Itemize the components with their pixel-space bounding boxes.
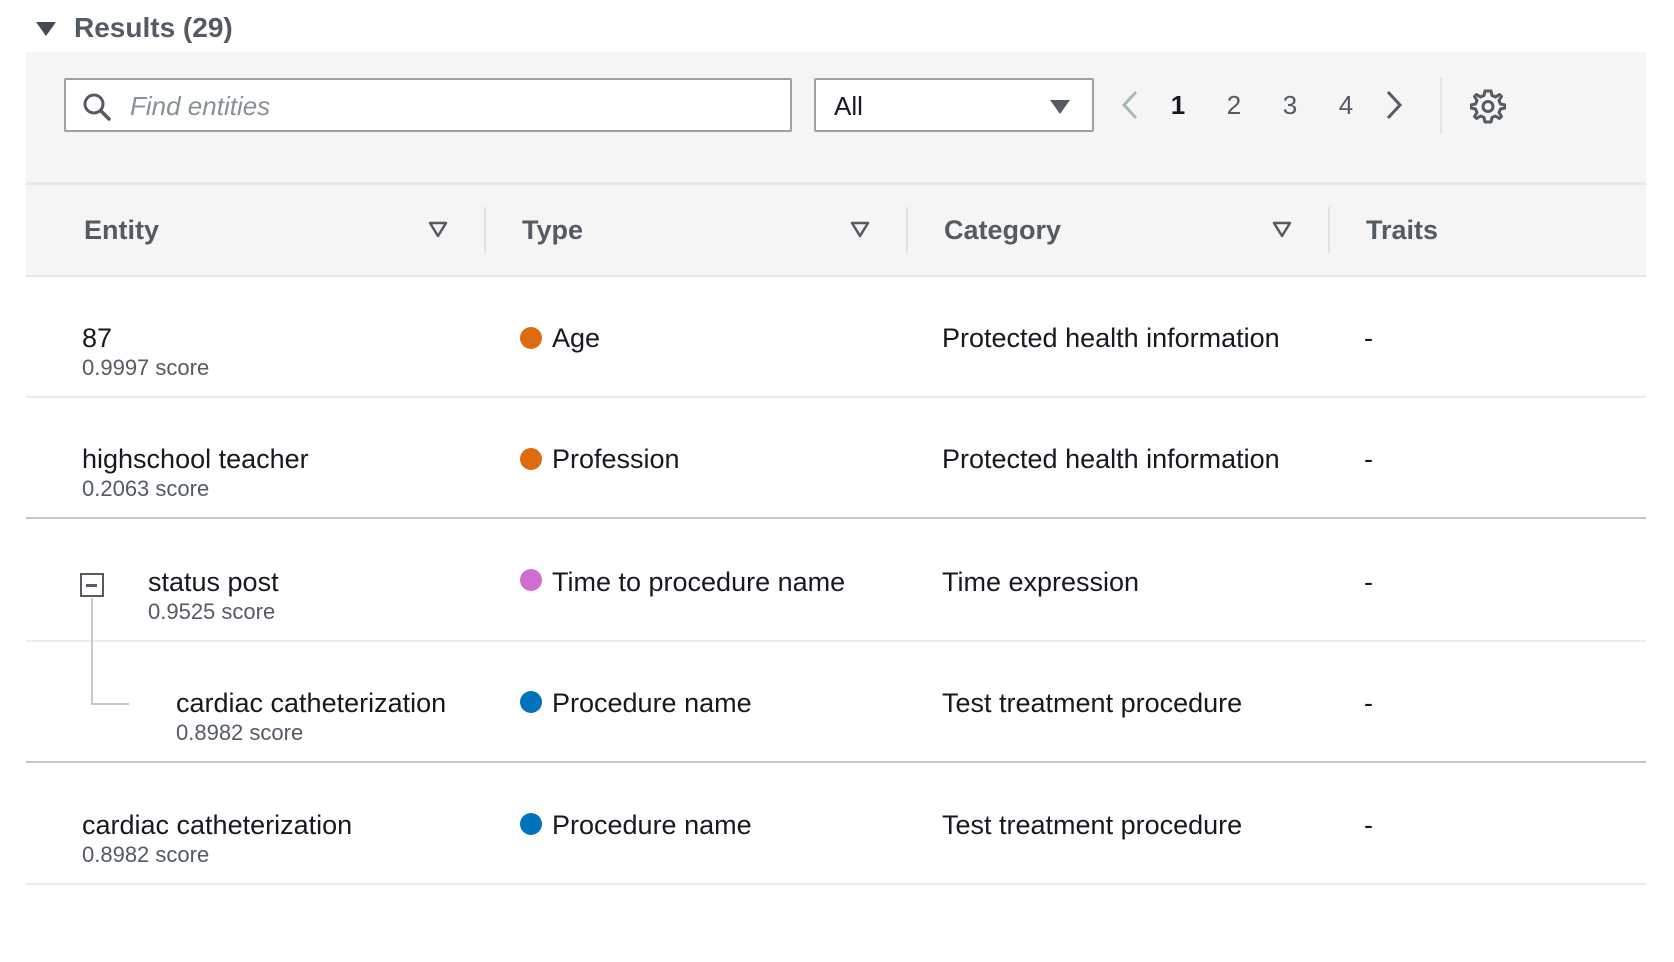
- entity-score: 0.9525 score: [148, 599, 276, 624]
- sort-caret-icon: [1272, 221, 1292, 238]
- category-text: Protected health information: [942, 323, 1280, 353]
- results-header[interactable]: Results (29): [36, 8, 233, 48]
- column-header-category[interactable]: Category: [944, 185, 1324, 275]
- tree-connector-line: [91, 598, 93, 704]
- search-input[interactable]: [128, 86, 772, 126]
- page-4-button[interactable]: 4: [1318, 78, 1374, 132]
- collapse-toggle-icon[interactable]: [80, 573, 104, 597]
- table-header: Entity Type Category Traits: [26, 185, 1646, 277]
- filter-select[interactable]: All: [814, 78, 1094, 132]
- entity-text: status post: [148, 567, 279, 597]
- column-label-entity: Entity: [84, 214, 160, 245]
- row-divider: [26, 761, 1646, 763]
- type-text: Age: [552, 323, 601, 353]
- filter-selected-value: All: [834, 91, 863, 121]
- category-text: Time expression: [942, 567, 1140, 597]
- type-text: Profession: [552, 444, 680, 474]
- gear-icon: [1469, 89, 1507, 124]
- column-label-type: Type: [522, 214, 584, 245]
- toolbar-divider: [1440, 78, 1442, 134]
- type-color-dot: [520, 569, 542, 591]
- column-header-entity[interactable]: Entity: [84, 185, 464, 275]
- chevron-right-icon: [1386, 90, 1403, 120]
- type-color-dot: [520, 691, 542, 713]
- previous-page-button[interactable]: [1110, 78, 1150, 132]
- table-row[interactable]: cardiac catheterization 0.8982 score Pro…: [26, 642, 1646, 763]
- tree-connector-line: [91, 703, 129, 705]
- type-text: Procedure name: [552, 810, 752, 840]
- table-row[interactable]: highschool teacher 0.2063 score Professi…: [26, 398, 1646, 519]
- row-divider: [26, 517, 1646, 519]
- search-icon: [83, 93, 111, 121]
- sort-caret-icon: [850, 221, 870, 238]
- column-header-type[interactable]: Type: [522, 185, 902, 275]
- caret-down-icon[interactable]: [36, 22, 56, 36]
- page-1-button[interactable]: 1: [1150, 78, 1206, 132]
- toolbar: All 1 2 3 4: [26, 52, 1646, 185]
- type-color-dot: [520, 813, 542, 835]
- entity-text: cardiac catheterization: [82, 810, 353, 840]
- entity-score: 0.9997 score: [82, 355, 210, 380]
- results-title: Results (29): [74, 12, 233, 43]
- sort-caret-icon: [428, 221, 448, 238]
- type-color-dot: [520, 448, 542, 470]
- entity-score: 0.8982 score: [176, 720, 304, 745]
- column-label-category: Category: [944, 214, 1062, 245]
- table-row[interactable]: 87 0.9997 score Age Protected health inf…: [26, 277, 1646, 398]
- table-row[interactable]: cardiac catheterization 0.8982 score Pro…: [26, 764, 1646, 885]
- category-text: Test treatment procedure: [942, 688, 1243, 718]
- entity-score: 0.2063 score: [82, 476, 210, 501]
- next-page-button[interactable]: [1374, 78, 1414, 132]
- entity-score: 0.8982 score: [82, 842, 210, 867]
- type-text: Time to procedure name: [552, 567, 846, 597]
- dropdown-caret-icon: [1050, 100, 1070, 114]
- type-text: Procedure name: [552, 688, 752, 718]
- traits-text: -: [1364, 688, 1373, 718]
- entity-text: highschool teacher: [82, 444, 309, 474]
- traits-text: -: [1364, 323, 1373, 353]
- category-text: Test treatment procedure: [942, 810, 1243, 840]
- entity-text: cardiac catheterization: [176, 688, 447, 718]
- pagination: 1 2 3 4: [1110, 78, 1414, 132]
- column-divider: [1328, 207, 1330, 253]
- page-2-button[interactable]: 2: [1206, 78, 1262, 132]
- entity-text: 87: [82, 323, 113, 353]
- traits-text: -: [1364, 444, 1373, 474]
- traits-text: -: [1364, 567, 1373, 597]
- page-3-button[interactable]: 3: [1262, 78, 1318, 132]
- traits-text: -: [1364, 810, 1373, 840]
- table-row[interactable]: status post 0.9525 score Time to procedu…: [26, 521, 1646, 642]
- category-text: Protected health information: [942, 444, 1280, 474]
- settings-button[interactable]: [1469, 88, 1507, 129]
- column-header-traits: Traits: [1366, 185, 1566, 275]
- column-divider: [484, 207, 486, 253]
- chevron-left-icon: [1121, 90, 1138, 120]
- column-label-traits: Traits: [1366, 214, 1439, 245]
- search-box[interactable]: [64, 78, 792, 132]
- row-divider: [26, 883, 1646, 885]
- type-color-dot: [520, 327, 542, 349]
- column-divider: [906, 207, 908, 253]
